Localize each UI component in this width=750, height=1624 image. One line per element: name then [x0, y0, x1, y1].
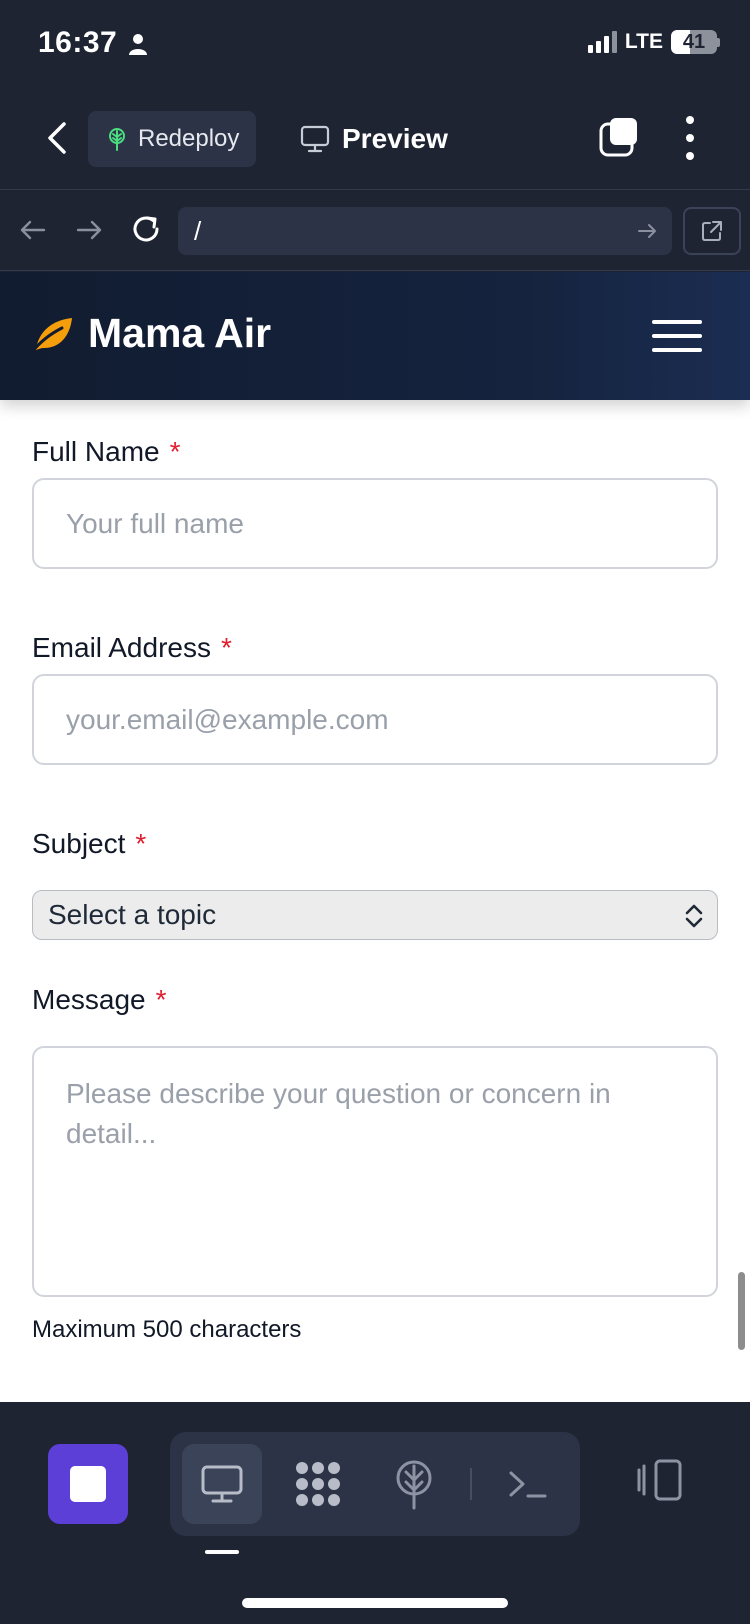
person-icon — [129, 34, 147, 55]
required-mark: * — [220, 632, 232, 663]
device-frame-icon[interactable] — [636, 1458, 684, 1502]
back-chevron-icon[interactable] — [40, 118, 76, 158]
hamburger-menu-button[interactable] — [652, 320, 702, 352]
network-type: LTE — [624, 30, 663, 53]
message-helper-text: Maximum 500 characters — [32, 1316, 302, 1343]
shell-tool-button[interactable] — [488, 1444, 568, 1524]
workspace-tool-button[interactable] — [278, 1444, 358, 1524]
required-mark: * — [169, 436, 181, 467]
deploy-tree-icon — [109, 128, 125, 151]
status-indicators: LTE 41 — [587, 30, 720, 54]
arrow-left-icon[interactable] — [16, 213, 50, 247]
terminal-icon — [509, 1471, 547, 1498]
redeploy-label: Redeploy — [138, 125, 240, 152]
deploy-tool-button[interactable] — [374, 1444, 454, 1524]
subject-label: Subject * — [32, 828, 147, 859]
redeploy-button[interactable]: Redeploy — [88, 111, 256, 167]
battery-icon: 41 — [671, 30, 717, 54]
tool-switcher — [170, 1432, 580, 1536]
chevron-up-down-icon — [685, 904, 703, 928]
preview-viewport: Mama Air Full Name* Email Address* Subje… — [0, 272, 750, 1402]
required-mark: * — [155, 984, 167, 1015]
email-label: Email Address * — [32, 632, 232, 663]
more-options-button[interactable] — [678, 116, 702, 160]
open-external-button[interactable] — [683, 207, 741, 255]
brand-name: Mama Air — [88, 310, 272, 356]
page-scrollbar[interactable] — [738, 1272, 745, 1350]
windows-switcher-icon[interactable] — [598, 116, 640, 158]
preview-tool-button[interactable] — [182, 1444, 262, 1524]
url-value: / — [194, 216, 202, 246]
message-label: Message * — [32, 984, 167, 1015]
status-time: 16:37 — [38, 26, 118, 59]
full-name-input[interactable] — [32, 478, 718, 569]
subject-selected-value: Select a topic — [48, 899, 217, 930]
leaf-logo-icon — [30, 318, 72, 354]
go-arrow-icon[interactable] — [636, 220, 658, 242]
monitor-icon — [201, 1465, 243, 1503]
email-input[interactable] — [32, 674, 718, 765]
url-row: / — [0, 191, 750, 271]
signal-icon — [587, 31, 617, 53]
clipped-text-line — [32, 1394, 532, 1402]
full-name-label: Full Name * — [32, 436, 181, 467]
url-input[interactable]: / — [178, 207, 672, 255]
deploy-icon — [396, 1460, 432, 1510]
active-tool-indicator — [205, 1550, 239, 1554]
tool-divider — [470, 1468, 472, 1500]
message-textarea[interactable] — [32, 1046, 718, 1297]
reload-icon[interactable] — [128, 211, 164, 247]
top-toolbar: Redeploy Preview — [0, 92, 750, 190]
stop-icon — [70, 1466, 106, 1502]
status-bar: 16:37 LTE 41 — [0, 0, 750, 92]
grid-icon — [296, 1462, 340, 1506]
bottom-toolbar — [0, 1402, 750, 1624]
site-header: Mama Air — [0, 272, 750, 400]
monitor-icon — [300, 125, 330, 153]
subject-select[interactable]: Select a topic — [32, 890, 718, 940]
required-mark: * — [135, 828, 147, 859]
external-link-icon — [702, 221, 722, 241]
home-indicator[interactable] — [242, 1598, 508, 1608]
preview-tab[interactable]: Preview — [300, 111, 448, 167]
arrow-right-icon[interactable] — [72, 213, 106, 247]
battery-level: 41 — [682, 31, 706, 53]
preview-label: Preview — [342, 123, 448, 154]
stop-button[interactable] — [48, 1444, 128, 1524]
